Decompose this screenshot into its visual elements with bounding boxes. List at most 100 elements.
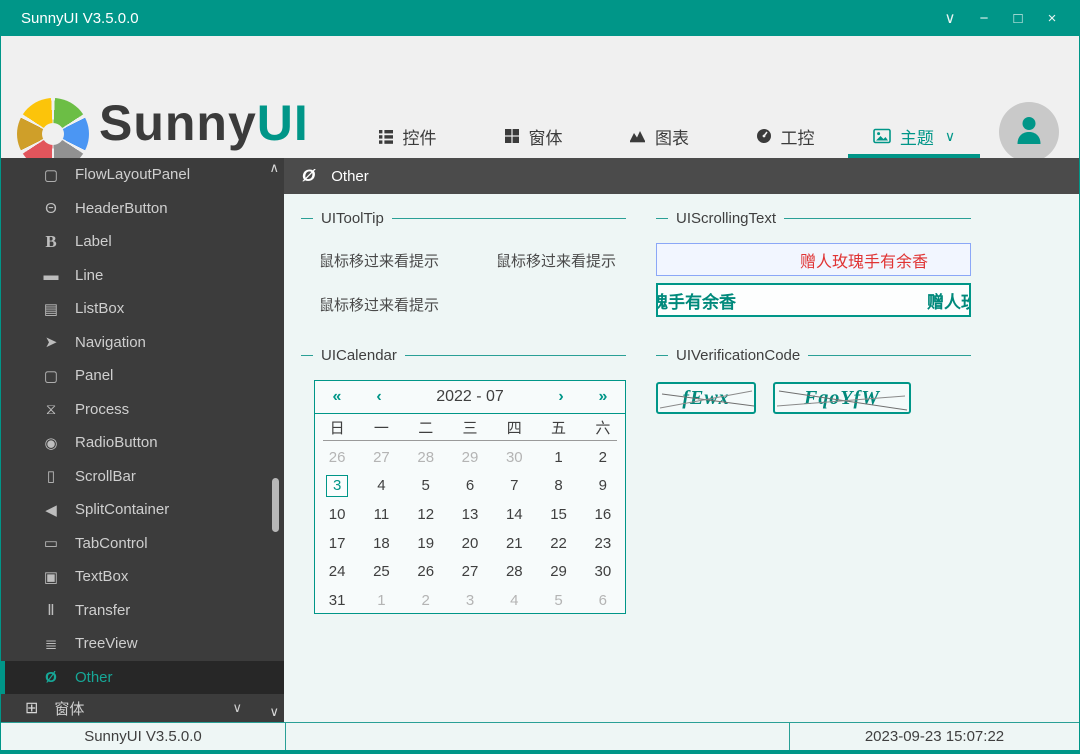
sidebar-item-transfer[interactable]: ⅡTransfer [1,594,284,628]
sidebar-item-navigation[interactable]: ➤Navigation [1,326,284,360]
calendar-day[interactable]: 3 [448,586,492,615]
sidebar-item-label: TabControl [75,535,148,552]
transfer-icon: Ⅱ [41,601,61,619]
calendar-weekday: 三 [448,417,492,438]
list-icon [378,128,394,144]
sidebar-item-label: SplitContainer [75,501,169,518]
calendar-day[interactable]: 31 [315,586,359,615]
slashed-circle-icon: Ø [41,669,61,686]
calendar-day[interactable]: 7 [492,472,536,501]
minimize-icon[interactable]: − [971,5,997,31]
calendar-day[interactable]: 2 [404,586,448,615]
verification-code-2[interactable]: FqoYfW [773,382,911,414]
calendar-day[interactable]: 30 [581,557,625,586]
calendar-day[interactable]: 19 [404,529,448,558]
avatar[interactable] [999,102,1059,162]
calendar-day[interactable]: 5 [536,586,580,615]
calendar-day[interactable]: 26 [404,557,448,586]
calendar-day[interactable]: 4 [492,586,536,615]
sidebar-item-headerbutton[interactable]: ΘHeaderButton [1,192,284,226]
calendar-day[interactable]: 11 [359,500,403,529]
calendar-day[interactable]: 6 [448,472,492,501]
chart-icon [629,128,646,144]
calendar-day[interactable]: 25 [359,557,403,586]
calendar-day[interactable]: 27 [448,557,492,586]
sidebar-footer-forms[interactable]: ⊞ 窗体 ∨ [1,694,284,722]
close-icon[interactable]: × [1039,5,1065,31]
calendar-day[interactable]: 22 [536,529,580,558]
calendar-day[interactable]: 27 [359,443,403,472]
next-month-icon[interactable]: › [541,388,581,406]
scroll-up-icon[interactable]: ∧ [269,160,279,176]
calendar-day[interactable]: 24 [315,557,359,586]
chevron-down-icon[interactable]: ∨ [937,5,963,31]
calendar-day[interactable]: 4 [359,472,403,501]
calendar-day[interactable]: 29 [448,443,492,472]
calendar-day[interactable]: 23 [581,529,625,558]
calendar-day[interactable]: 16 [581,500,625,529]
title-bar[interactable]: SunnyUI V3.5.0.0 ∨ − □ × [1,0,1079,36]
sidebar-item-listbox[interactable]: ▤ListBox [1,292,284,326]
tab-controls[interactable]: 控件 [344,114,470,158]
calendar-day[interactable]: 30 [492,443,536,472]
sidebar: ▢FlowLayoutPanelΘHeaderButtonBLabel▬Line… [1,158,284,722]
tab-forms[interactable]: 窗体 [470,114,596,158]
calendar-day[interactable]: 8 [536,472,580,501]
sidebar-item-label: Label [75,233,112,250]
tab-charts[interactable]: 图表 [596,114,722,158]
tab-industrial[interactable]: 工控 [722,114,848,158]
sidebar-item-textbox[interactable]: ▣TextBox [1,560,284,594]
next-year-icon[interactable]: » [581,388,625,406]
calendar-day[interactable]: 5 [404,472,448,501]
calendar-day[interactable]: 18 [359,529,403,558]
sidebar-item-treeview[interactable]: ≣TreeView [1,627,284,661]
calendar-day[interactable]: 29 [536,557,580,586]
calendar-day[interactable]: 2 [581,443,625,472]
calendar-day[interactable]: 6 [581,586,625,615]
prev-year-icon[interactable]: « [315,388,359,406]
calendar-weekday: 四 [492,417,536,438]
tab-theme[interactable]: 主题 ∨ [848,114,980,158]
sidebar-item-radiobutton[interactable]: ◉RadioButton [1,426,284,460]
calendar-day[interactable]: 21 [492,529,536,558]
textbox-icon: ▣ [41,568,61,586]
flow-layout-panel-icon: ▢ [41,166,61,184]
calendar-day[interactable]: 1 [359,586,403,615]
tooltip-label-2[interactable]: 鼠标移过来看提示 [496,250,616,271]
sidebar-item-label: RadioButton [75,434,158,451]
calendar-day[interactable]: 9 [581,472,625,501]
sidebar-item-scrollbar[interactable]: ▯ScrollBar [1,460,284,494]
tooltip-label-3[interactable]: 鼠标移过来看提示 [319,294,439,315]
split-container-icon: ◀ [41,501,61,519]
calendar-day[interactable]: 17 [315,529,359,558]
calendar-day[interactable]: 12 [404,500,448,529]
tooltip-label-1[interactable]: 鼠标移过来看提示 [319,250,439,271]
calendar-day[interactable]: 3 [315,472,359,501]
calendar-day[interactable]: 13 [448,500,492,529]
sidebar-item-panel[interactable]: ▢Panel [1,359,284,393]
calendar-day[interactable]: 20 [448,529,492,558]
sidebar-item-tabcontrol[interactable]: ▭TabControl [1,527,284,561]
scrolling-text-2: 瑰手有余香 赠人玫 [656,283,971,317]
calendar-day[interactable]: 14 [492,500,536,529]
status-datetime: 2023-09-23 15:07:22 [789,723,1079,750]
calendar-day[interactable]: 28 [404,443,448,472]
sidebar-item-label[interactable]: BLabel [1,225,284,259]
calendar-day[interactable]: 28 [492,557,536,586]
verification-code-1[interactable]: fEwx [656,382,756,414]
sidebar-item-other[interactable]: ØOther [1,661,284,695]
scrollbar-thumb[interactable] [272,478,279,532]
calendar-grid: 2627282930123456789101112131415161718192… [315,441,625,615]
calendar-day[interactable]: 15 [536,500,580,529]
prev-month-icon[interactable]: ‹ [359,388,399,406]
calendar-day[interactable]: 1 [536,443,580,472]
maximize-icon[interactable]: □ [1005,5,1031,31]
sidebar-item-splitcontainer[interactable]: ◀ SplitContainer [1,493,284,527]
chevron-down-icon: ∨ [232,700,242,716]
sidebar-item-process[interactable]: ⧖Process [1,393,284,427]
calendar-day[interactable]: 10 [315,500,359,529]
windows-icon [504,128,520,144]
calendar-day[interactable]: 26 [315,443,359,472]
sidebar-item-line[interactable]: ▬Line [1,259,284,293]
sidebar-item-flowlayoutpanel[interactable]: ▢FlowLayoutPanel [1,158,284,192]
